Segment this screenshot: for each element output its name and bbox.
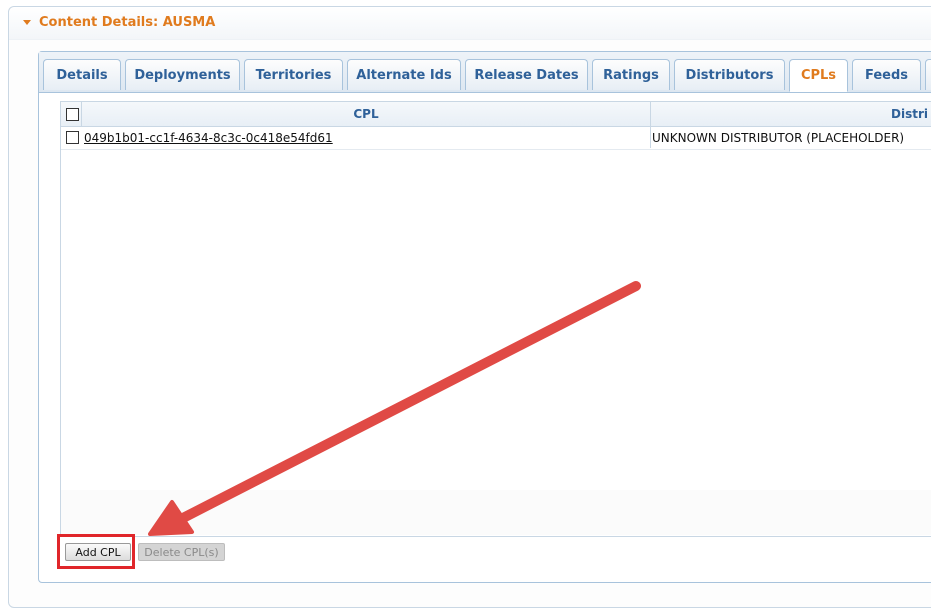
annotation-arrow-icon (148, 281, 641, 536)
